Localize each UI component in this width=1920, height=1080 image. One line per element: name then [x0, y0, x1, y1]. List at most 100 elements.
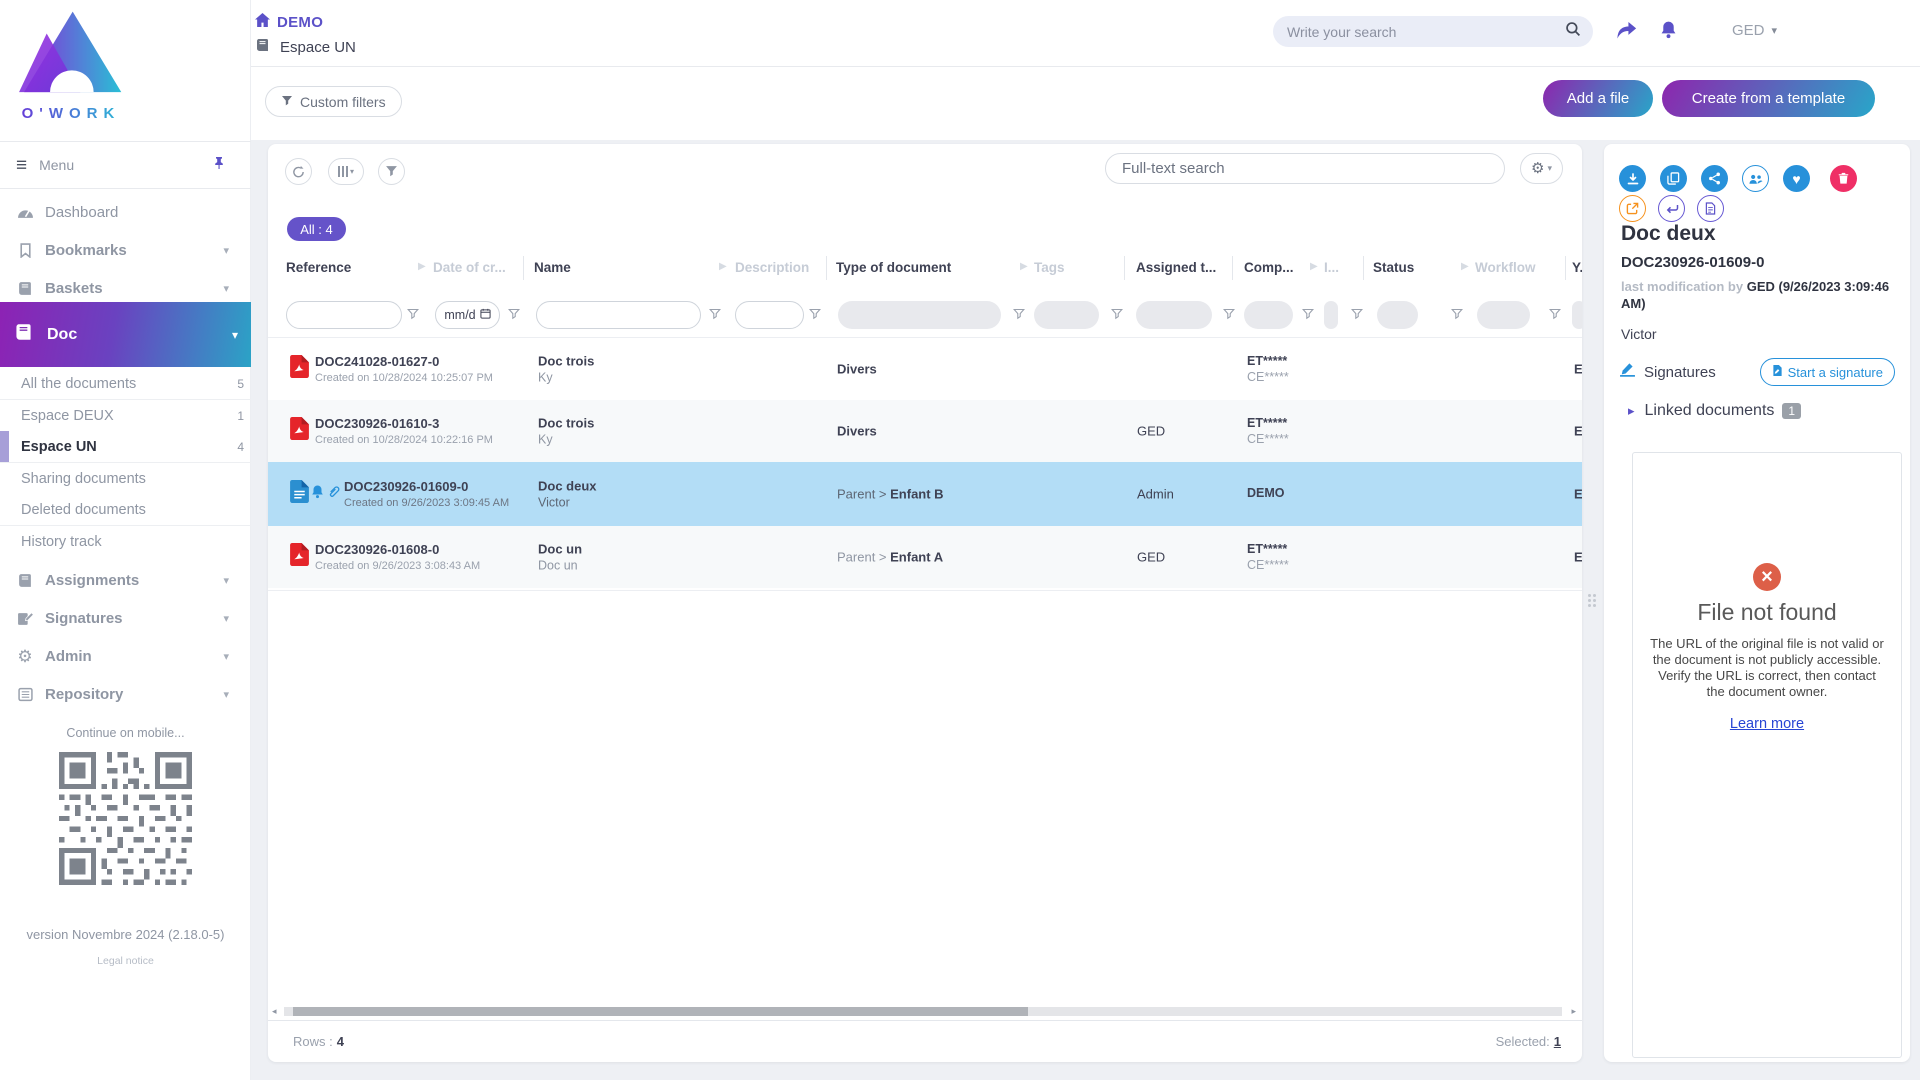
column-header-company[interactable]: Comp...	[1244, 260, 1294, 275]
account-label[interactable]: GED	[1732, 22, 1765, 39]
table-row-selected[interactable]: DOC230926-01609-0 Created on 9/26/2023 3…	[268, 462, 1582, 526]
column-header-type[interactable]: Type of document	[836, 260, 951, 275]
table-row[interactable]: DOC230926-01608-0 Created on 9/26/2023 3…	[268, 526, 1582, 588]
legal-notice-link[interactable]: Legal notice	[0, 955, 251, 967]
breadcrumb[interactable]: DEMO	[255, 13, 323, 32]
sidebar-item-admin[interactable]: ⚙ Admin ▾	[0, 637, 251, 675]
filter-funnel-icon[interactable]	[1549, 307, 1561, 325]
filter-funnel-icon[interactable]	[1111, 307, 1123, 325]
filter-input-status[interactable]	[1377, 301, 1418, 329]
column-header-workflow[interactable]: Workflow	[1475, 260, 1536, 275]
filter-input-company[interactable]	[1244, 301, 1293, 329]
sidebar-item-all-documents[interactable]: All the documents 5	[0, 368, 251, 400]
document-name: Doc deux	[538, 479, 597, 494]
filter-input-type[interactable]	[838, 301, 1001, 329]
scroll-left-icon[interactable]: ◂	[272, 1006, 277, 1017]
sidebar-item-signatures[interactable]: Signatures ▾	[0, 599, 251, 637]
filter-input-name[interactable]	[536, 301, 701, 329]
sort-arrow-icon[interactable]: ▶	[1461, 261, 1469, 272]
column-header-assigned[interactable]: Assigned t...	[1136, 260, 1216, 275]
linked-documents-toggle[interactable]: ▸ Linked documents 1	[1628, 402, 1801, 420]
filter-funnel-icon[interactable]	[1223, 307, 1235, 325]
filter-input-tags[interactable]	[1034, 301, 1099, 329]
filter-input-description[interactable]	[735, 301, 804, 329]
custom-filters-button[interactable]: Custom filters	[265, 86, 402, 117]
hamburger-icon[interactable]: ≡	[16, 156, 27, 175]
notifications-bell-icon[interactable]	[1660, 20, 1677, 39]
filter-funnel-icon[interactable]	[709, 307, 721, 325]
sidebar-item-deleted-documents[interactable]: Deleted documents	[0, 494, 251, 526]
filter-input-workflow[interactable]	[1477, 301, 1530, 329]
fulltext-search-input[interactable]	[1105, 153, 1505, 184]
share-button[interactable]	[1701, 165, 1728, 192]
breadcrumb-root-label[interactable]: DEMO	[277, 14, 323, 31]
return-button[interactable]	[1658, 195, 1685, 222]
copy-button[interactable]	[1660, 165, 1687, 192]
sort-arrow-icon[interactable]: ▶	[1020, 261, 1028, 272]
table-settings-button[interactable]: ⚙ ▾	[1520, 153, 1563, 184]
sidebar-item-assignments[interactable]: Assignments ▾	[0, 561, 251, 599]
filter-input-y[interactable]	[1572, 301, 1582, 329]
filter-funnel-icon[interactable]	[1451, 307, 1463, 325]
document-button[interactable]	[1697, 195, 1724, 222]
filter-button[interactable]	[378, 158, 405, 185]
selected-value[interactable]: 1	[1554, 1034, 1561, 1049]
filter-funnel-icon[interactable]	[1302, 307, 1314, 325]
column-header-status[interactable]: Status	[1373, 260, 1414, 275]
column-header-y[interactable]: Y...	[1572, 260, 1582, 275]
column-header-tags[interactable]: Tags	[1034, 260, 1065, 275]
filter-funnel-icon[interactable]	[1351, 307, 1363, 325]
sidebar-item-bookmarks[interactable]: Bookmarks ▾	[0, 231, 251, 269]
column-header-name[interactable]: Name	[534, 260, 571, 275]
search-icon[interactable]	[1565, 21, 1581, 42]
filter-input-assigned[interactable]	[1136, 301, 1212, 329]
column-header-i[interactable]: I...	[1324, 260, 1339, 275]
table-row[interactable]: DOC230926-01610-3 Created on 10/28/2024 …	[268, 400, 1582, 462]
filter-funnel-icon[interactable]	[809, 307, 821, 325]
app-logo[interactable]: O'WORK	[14, 10, 128, 122]
filter-funnel-icon[interactable]	[1013, 307, 1025, 325]
filter-input-i[interactable]	[1324, 301, 1338, 329]
panel-resize-handle[interactable]	[1588, 594, 1596, 607]
create-from-template-button[interactable]: Create from a template	[1662, 80, 1875, 117]
download-button[interactable]	[1619, 165, 1646, 192]
favorite-heart-button[interactable]: ♥	[1783, 165, 1810, 192]
sort-arrow-icon[interactable]: ▶	[1310, 261, 1318, 272]
refresh-button[interactable]	[285, 158, 312, 185]
last-modification: last modification by GED (9/26/2023 3:09…	[1621, 278, 1893, 312]
scroll-right-icon[interactable]: ▸	[1571, 1006, 1576, 1017]
sidebar-item-repository[interactable]: Repository ▾	[0, 675, 251, 713]
share-icon[interactable]	[1616, 22, 1637, 40]
users-button[interactable]	[1742, 165, 1769, 192]
columns-button[interactable]: ▾	[328, 158, 364, 185]
filter-input-reference[interactable]	[286, 301, 402, 329]
delete-button[interactable]	[1830, 165, 1857, 192]
calendar-icon[interactable]	[480, 308, 491, 322]
filter-input-date[interactable]: mm/d	[435, 301, 500, 329]
sidebar-item-doc[interactable]: Doc ▾	[0, 302, 251, 367]
pin-icon[interactable]	[213, 156, 225, 175]
external-link-button[interactable]	[1619, 195, 1646, 222]
sidebar-item-sharing-documents[interactable]: Sharing documents	[0, 463, 251, 494]
account-menu[interactable]: GED ▾	[1732, 22, 1777, 39]
sidebar-item-dashboard[interactable]: Dashboard	[0, 193, 251, 231]
sidebar-item-espace-un[interactable]: Espace UN 4	[0, 431, 251, 463]
sort-arrow-icon[interactable]: ▶	[418, 261, 426, 272]
filter-funnel-icon[interactable]	[407, 307, 419, 325]
learn-more-link[interactable]: Learn more	[1730, 716, 1804, 732]
global-search[interactable]	[1273, 16, 1593, 47]
sidebar-item-espace-deux[interactable]: Espace DEUX 1	[0, 400, 251, 431]
global-search-input[interactable]	[1285, 23, 1565, 41]
column-header-reference[interactable]: Reference	[286, 260, 351, 275]
scrollbar-thumb[interactable]	[293, 1007, 1028, 1016]
filter-funnel-icon[interactable]	[508, 307, 520, 325]
table-row[interactable]: DOC241028-01627-0 Created on 10/28/2024 …	[268, 338, 1582, 400]
column-header-date[interactable]: Date of cr...	[433, 260, 506, 275]
start-signature-button[interactable]: Start a signature	[1760, 358, 1895, 386]
sidebar-item-history-track[interactable]: History track	[0, 526, 251, 557]
tab-all-documents[interactable]: All : 4	[287, 217, 346, 241]
add-file-button[interactable]: Add a file	[1543, 80, 1653, 117]
sort-arrow-icon[interactable]: ▶	[719, 261, 727, 272]
horizontal-scrollbar[interactable]: ◂ ▸	[268, 1006, 1582, 1018]
column-header-description[interactable]: Description	[735, 260, 809, 275]
